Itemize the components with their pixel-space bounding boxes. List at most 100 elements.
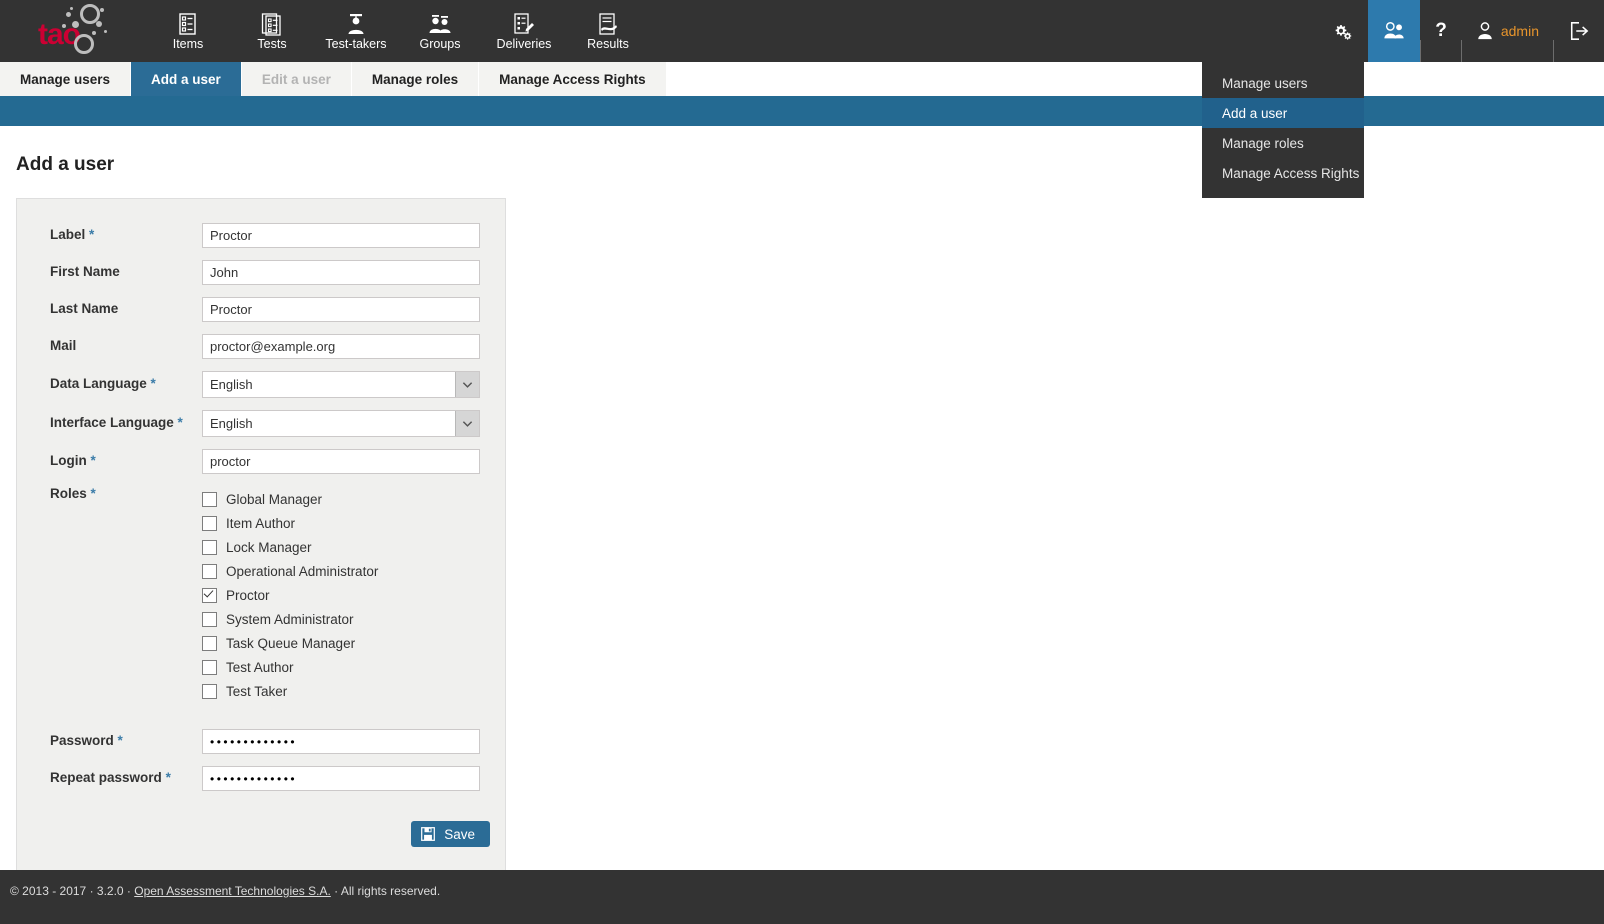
chevron-down-icon[interactable] [455,372,479,397]
checkbox-checked-icon[interactable] [202,588,217,603]
form-row-password: Password * ••••••••••••• [17,729,505,754]
field-label-login: Login * [50,453,202,469]
password-masked-value: ••••••••••••• [210,735,297,749]
tab-label: Manage roles [372,72,458,87]
nav-item-results[interactable]: Results [566,0,650,62]
dropdown-item-manage-users[interactable]: Manage users [1202,68,1364,98]
role-label: Task Queue Manager [226,636,355,651]
nav-label-test-takers: Test-takers [325,38,386,51]
floppy-disk-icon [421,827,435,841]
deliveries-icon [512,12,536,36]
results-icon [596,12,620,36]
field-label-label: Label * [50,227,202,243]
users-dropdown-menu: Manage users Add a user Manage roles Man… [1202,62,1364,198]
interface-language-select[interactable]: English [202,410,480,437]
role-item-lock-manager[interactable]: Lock Manager [202,535,378,559]
field-label-last-name: Last Name [50,301,202,317]
required-marker: * [118,733,123,748]
test-takers-icon [344,12,368,36]
first-name-input[interactable] [202,260,480,285]
role-item-global-manager[interactable]: Global Manager [202,487,378,511]
required-marker: * [166,770,171,785]
logout-button[interactable] [1554,0,1604,62]
data-language-select[interactable]: English [202,371,480,398]
field-label-password: Password * [50,733,202,749]
role-item-system-administrator[interactable]: System Administrator [202,607,378,631]
mail-input[interactable] [202,334,480,359]
footer-company-link[interactable]: Open Assessment Technologies S.A. [134,884,331,898]
last-name-input[interactable] [202,297,480,322]
checkbox-icon[interactable] [202,492,217,507]
role-item-test-taker[interactable]: Test Taker [202,679,378,703]
required-marker: * [151,376,156,391]
dropdown-item-label: Manage Access Rights [1222,166,1359,181]
account-button[interactable]: admin [1462,0,1553,62]
roles-checkbox-list: Global Manager Item Author Lock Manager … [202,486,378,703]
footer-suffix: · All rights reserved. [331,884,440,898]
field-label-repeat-password: Repeat password * [50,770,202,786]
nav-item-test-takers[interactable]: Test-takers [314,0,398,62]
required-marker: * [178,415,183,430]
label-text: Repeat password [50,770,162,785]
checkbox-icon[interactable] [202,516,217,531]
tab-manage-users[interactable]: Manage users [0,62,131,96]
label-text: Login [50,453,87,468]
tab-label: Manage Access Rights [499,72,646,87]
nav-item-items[interactable]: Items [146,0,230,62]
label-input[interactable] [202,223,480,248]
nav-item-deliveries[interactable]: Deliveries [482,0,566,62]
field-label-data-language: Data Language * [50,376,202,392]
header-divider-2 [1461,40,1462,62]
label-text: Password [50,733,114,748]
checkbox-icon[interactable] [202,564,217,579]
nav-item-tests[interactable]: Tests [230,0,314,62]
label-text: Interface Language [50,415,174,430]
help-button[interactable]: ? [1421,0,1461,62]
save-button[interactable]: Save [411,821,490,847]
role-item-task-queue-manager[interactable]: Task Queue Manager [202,631,378,655]
password-input[interactable]: ••••••••••••• [202,729,480,754]
tao-logo[interactable]: tao [0,0,130,62]
login-input[interactable] [202,449,480,474]
settings-button[interactable] [1318,0,1368,62]
checkbox-icon[interactable] [202,636,217,651]
tab-label: Add a user [151,72,221,87]
nav-label-deliveries: Deliveries [497,38,552,51]
role-item-operational-administrator[interactable]: Operational Administrator [202,559,378,583]
label-text: Mail [50,338,76,353]
dropdown-item-manage-access-rights[interactable]: Manage Access Rights [1202,158,1364,188]
dropdown-item-add-a-user[interactable]: Add a user [1202,98,1364,128]
footer-prefix: © 2013 - 2017 · 3.2.0 · [10,884,134,898]
role-label: Proctor [226,588,270,603]
nav-item-groups[interactable]: Groups [398,0,482,62]
tests-icon [260,12,284,36]
checkbox-icon[interactable] [202,540,217,555]
label-text: Label [50,227,85,242]
role-label: Item Author [226,516,295,531]
tab-add-a-user[interactable]: Add a user [131,62,242,96]
nav-label-groups: Groups [420,38,461,51]
role-item-proctor[interactable]: Proctor [202,583,378,607]
chevron-down-icon[interactable] [455,411,479,436]
checkbox-icon[interactable] [202,612,217,627]
tab-manage-access-rights[interactable]: Manage Access Rights [479,62,667,96]
checkbox-icon[interactable] [202,660,217,675]
form-row-data-language: Data Language * English [17,371,505,398]
tabbar-filler [667,62,1604,96]
role-item-item-author[interactable]: Item Author [202,511,378,535]
role-label: Operational Administrator [226,564,378,579]
field-label-mail: Mail [50,338,202,354]
main-content: Add a user Label * First Name Last Name [0,126,1604,870]
checkbox-icon[interactable] [202,684,217,699]
tab-manage-roles[interactable]: Manage roles [352,62,479,96]
dropdown-item-manage-roles[interactable]: Manage roles [1202,128,1364,158]
main-navigation: Items Tests Test-takers [146,0,650,62]
data-language-value: English [203,372,455,397]
repeat-password-input[interactable]: ••••••••••••• [202,766,480,791]
label-text: First Name [50,264,120,279]
footer-copyright: © 2013 - 2017 · 3.2.0 · Open Assessment … [0,884,440,898]
users-button[interactable] [1368,0,1420,62]
role-label: Test Author [226,660,294,675]
save-button-label: Save [444,827,475,842]
role-item-test-author[interactable]: Test Author [202,655,378,679]
